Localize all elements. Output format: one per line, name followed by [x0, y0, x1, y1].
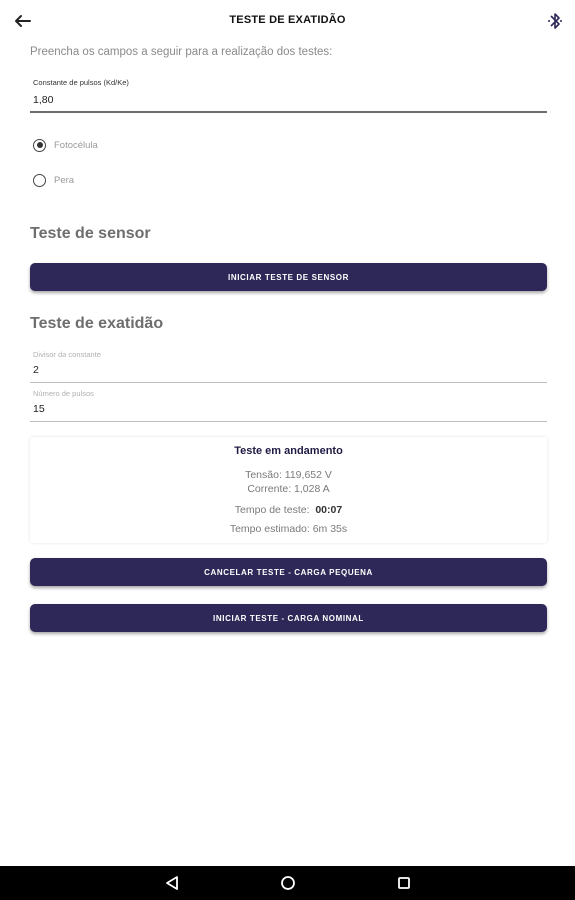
radio-checked-icon[interactable]	[33, 138, 46, 152]
constant-divisor-value[interactable]: 2	[33, 364, 39, 376]
pulse-constant-field[interactable]: Constante de pulsos (Kd/Ke) 1,80	[30, 78, 547, 114]
app-bar: TESTE DE EXATIDÃO	[0, 0, 575, 42]
intro-text: Preencha os campos a seguir para a reali…	[30, 46, 333, 58]
pulse-constant-label: Constante de pulsos (Kd/Ke)	[33, 78, 129, 87]
cancel-test-small-load-button[interactable]: CANCELAR TESTE - CARGA PEQUENA	[30, 558, 547, 586]
triangle-back-icon[interactable]	[162, 873, 182, 893]
pulse-count-label: Número de pulsos	[33, 389, 94, 398]
sensor-test-title: Teste de sensor	[30, 225, 151, 242]
start-test-nominal-load-button[interactable]: INICIAR TESTE - CARGA NOMINAL	[30, 604, 547, 632]
pulse-count-value[interactable]: 15	[33, 403, 45, 415]
page-title: TESTE DE EXATIDÃO	[229, 14, 346, 26]
test-time-readout: Tempo de teste: 00:07	[30, 504, 547, 516]
constant-divisor-field[interactable]: Divisor da constante 2	[30, 350, 547, 384]
system-nav-bar	[0, 866, 575, 900]
radio-pera-label: Pera	[54, 174, 75, 186]
constant-divisor-label: Divisor da constante	[33, 350, 101, 359]
radio-pera[interactable]: Pera	[33, 171, 74, 189]
circle-home-icon[interactable]	[278, 873, 298, 893]
test-time-label: Tempo de teste:	[234, 504, 310, 516]
test-time-value: 00:07	[315, 504, 343, 516]
pulse-count-field[interactable]: Número de pulsos 15	[30, 389, 547, 423]
field-underline	[30, 421, 547, 422]
square-recents-icon[interactable]	[394, 873, 414, 893]
accuracy-test-title: Teste de exatidão	[30, 315, 164, 332]
estimated-time-readout: Tempo estimado: 6m 35s	[229, 523, 348, 535]
test-status-card: Teste em andamento Tensão: 119,652 V Cor…	[30, 437, 547, 543]
radio-fotocelula[interactable]: Fotocélula	[33, 136, 98, 154]
field-underline	[30, 111, 547, 113]
radio-unchecked-icon[interactable]	[33, 173, 46, 187]
field-underline	[30, 382, 547, 383]
start-sensor-test-button[interactable]: INICIAR TESTE DE SENSOR	[30, 263, 547, 291]
bluetooth-icon[interactable]	[545, 10, 565, 32]
current-readout: Corrente: 1,028 A	[247, 483, 330, 495]
pulse-constant-value[interactable]: 1,80	[33, 94, 53, 106]
voltage-readout: Tensão: 119,652 V	[245, 469, 332, 481]
radio-fotocelula-label: Fotocélula	[54, 139, 98, 151]
status-title: Teste em andamento	[234, 445, 343, 457]
